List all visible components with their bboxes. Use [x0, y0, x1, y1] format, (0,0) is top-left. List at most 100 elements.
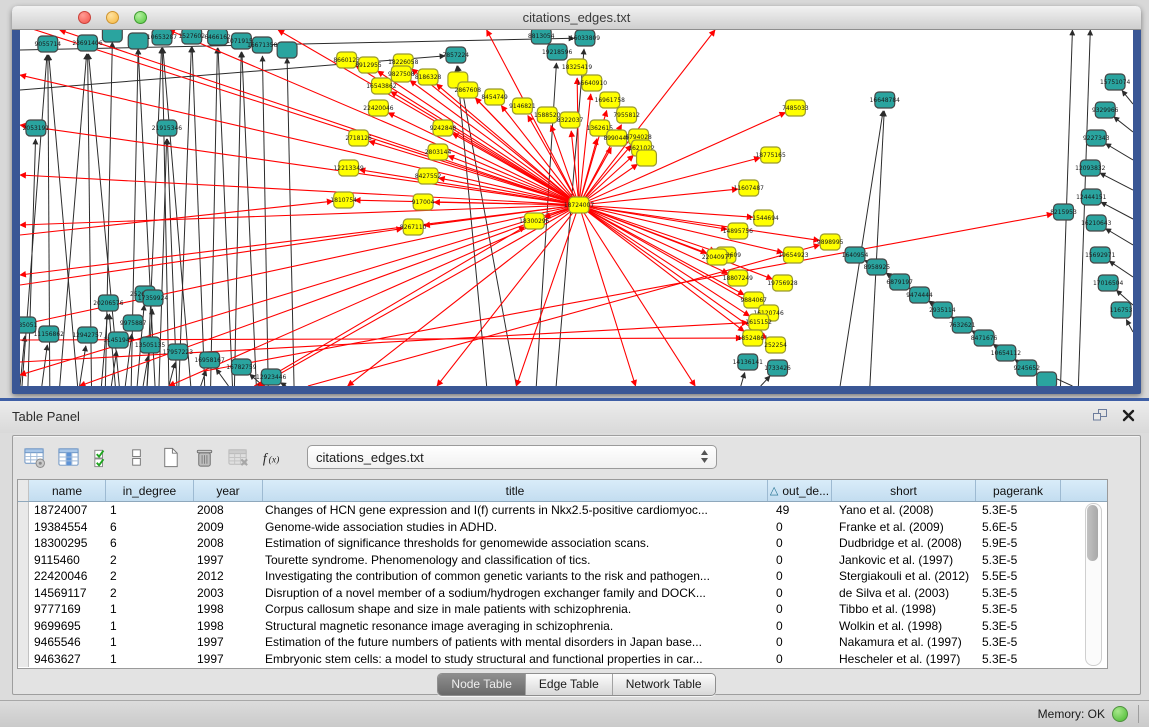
table-cell-in_degree[interactable]: 6 [105, 519, 192, 536]
table-selector-dropdown[interactable]: citations_edges.txt [307, 445, 717, 469]
network-node[interactable]: 2053191 [23, 120, 50, 136]
network-node[interactable]: 7632621 [949, 317, 976, 333]
new-file-icon[interactable] [157, 444, 183, 470]
network-node[interactable]: 18807249 [723, 270, 753, 286]
network-node[interactable]: 1527602 [179, 30, 206, 44]
table-cell-short[interactable]: Nakamura et al. (1997) [834, 634, 977, 651]
network-node[interactable]: 11451947 [103, 332, 133, 348]
network-node[interactable]: 14136141 [733, 354, 763, 370]
table-cell-out_degree[interactable]: 0 [771, 601, 834, 618]
table-row[interactable]: 1830029562008Estimation of significance … [18, 535, 1107, 552]
table-cell-year[interactable]: 2008 [192, 502, 260, 519]
network-node[interactable]: 9329966 [1092, 102, 1119, 118]
network-node[interactable]: 11607487 [734, 180, 764, 196]
table-cell-title[interactable]: Genome-wide association studies in ADHD. [260, 519, 771, 536]
network-node[interactable] [1037, 372, 1057, 386]
network-node[interactable]: 19756928 [767, 275, 797, 291]
table-cell-short[interactable]: Dudbridge et al. (2008) [834, 535, 977, 552]
column-header-title[interactable]: title [263, 480, 768, 501]
table-cell-out_degree[interactable]: 0 [771, 585, 834, 602]
network-node[interactable]: 16210643 [1081, 215, 1111, 231]
table-row[interactable]: 946362711997Embryonic stem cells: a mode… [18, 651, 1107, 668]
table-row[interactable]: 1872400712008Changes of HCN gene express… [18, 502, 1107, 519]
table-cell-title[interactable]: Estimation of the future numbers of pati… [260, 634, 771, 651]
table-cell-pagerank[interactable]: 5.3E-5 [977, 552, 1061, 569]
table-cell-title[interactable]: Embryonic stem cells: a model to study s… [260, 651, 771, 668]
table-cell-year[interactable]: 1997 [192, 552, 260, 569]
close-panel-icon[interactable] [1122, 409, 1135, 427]
table-cell-pagerank[interactable]: 5.3E-5 [977, 651, 1061, 668]
table-cell-name[interactable]: 9699695 [29, 618, 105, 635]
table-cell-out_degree[interactable]: 49 [771, 502, 834, 519]
table-cell-out_degree[interactable]: 0 [771, 618, 834, 635]
table-row[interactable]: 977716911998Corpus callosum shape and si… [18, 601, 1107, 618]
table-cell-in_degree[interactable]: 1 [105, 634, 192, 651]
table-cell-name[interactable]: 9463627 [29, 651, 105, 668]
network-node[interactable]: 2935114 [929, 302, 956, 318]
table-cell-pagerank[interactable]: 5.6E-5 [977, 519, 1061, 536]
table-cell-in_degree[interactable]: 1 [105, 618, 192, 635]
column-header-in_degree[interactable]: in_degree [106, 480, 194, 501]
network-node[interactable]: 8471676 [971, 330, 998, 346]
table-cell-short[interactable]: Yano et al. (2008) [834, 502, 977, 519]
network-node[interactable]: 116753 [1110, 302, 1133, 318]
network-node[interactable]: 16958167 [194, 352, 224, 368]
table-cell-short[interactable]: Stergiakouli et al. (2012) [834, 568, 977, 585]
table-cell-in_degree[interactable]: 2 [105, 568, 192, 585]
network-view-canvas[interactable]: 9055714236914061065328715276026466162107… [20, 30, 1133, 386]
network-node[interactable]: 10653287 [147, 30, 177, 45]
table-cell-title[interactable]: Corpus callosum shape and size in male p… [260, 601, 771, 618]
network-node[interactable] [102, 30, 122, 42]
network-node[interactable]: 917004 [412, 194, 435, 210]
network-node[interactable]: 9242848 [430, 120, 457, 136]
table-cell-name[interactable]: 14569117 [29, 585, 105, 602]
table-cell-pagerank[interactable]: 5.3E-5 [977, 502, 1061, 519]
close-button[interactable] [78, 11, 91, 24]
table-cell-short[interactable]: Jankovic et al. (1997) [834, 552, 977, 569]
table-cell-short[interactable]: Franke et al. (2009) [834, 519, 977, 536]
column-header-pagerank[interactable]: pagerank [976, 480, 1061, 501]
network-node[interactable]: 8322037 [557, 112, 584, 128]
table-cell-year[interactable]: 1997 [192, 651, 260, 668]
network-node[interactable]: 252254 [764, 337, 787, 353]
table-cell-title[interactable]: Tourette syndrome. Phenomenology and cla… [260, 552, 771, 569]
table-cell-year[interactable]: 2003 [192, 585, 260, 602]
network-node[interactable]: 19218596 [542, 44, 572, 60]
table-cell-name[interactable]: 9465546 [29, 634, 105, 651]
network-node[interactable]: 1615152 [745, 314, 772, 330]
network-node[interactable]: 9975887 [120, 315, 147, 331]
table-cell-pagerank[interactable]: 5.3E-5 [977, 601, 1061, 618]
table-row[interactable]: 946554611997Estimation of the future num… [18, 634, 1107, 651]
network-node[interactable]: 16648784 [870, 92, 900, 108]
table-cell-year[interactable]: 2009 [192, 519, 260, 536]
network-node[interactable]: 11544694 [749, 210, 779, 226]
table-cell-title[interactable]: Structural magnetic resonance image aver… [260, 618, 771, 635]
network-node[interactable]: 10654112 [991, 345, 1021, 361]
tab-node-table[interactable]: Node Table [438, 674, 525, 695]
network-node[interactable]: 18325419 [562, 59, 592, 75]
table-cell-name[interactable]: 22420046 [29, 568, 105, 585]
table-cell-pagerank[interactable]: 5.3E-5 [977, 585, 1061, 602]
table-cell-in_degree[interactable]: 2 [105, 585, 192, 602]
table-cell-year[interactable]: 2008 [192, 535, 260, 552]
column-header-out_degree[interactable]: △out_de... [768, 480, 832, 501]
network-node[interactable]: 9898995 [817, 234, 844, 250]
table-cell-out_degree[interactable]: 0 [771, 651, 834, 668]
network-node[interactable]: 1810754 [330, 192, 357, 208]
network-node[interactable]: 1640954 [842, 247, 869, 263]
table-cell-pagerank[interactable]: 5.3E-5 [977, 634, 1061, 651]
network-node[interactable]: 2867608 [455, 82, 482, 98]
table-row[interactable]: 969969511998Structural magnetic resonanc… [18, 618, 1107, 635]
column-display-icon[interactable] [55, 444, 81, 470]
table-cell-year[interactable]: 1998 [192, 618, 260, 635]
table-cell-in_degree[interactable]: 1 [105, 502, 192, 519]
network-window-titlebar[interactable]: citations_edges.txt [12, 6, 1141, 30]
tab-network-table[interactable]: Network Table [612, 674, 715, 695]
memory-status[interactable]: Memory: OK [1038, 706, 1128, 722]
network-node[interactable]: 9146821 [509, 98, 536, 114]
network-node[interactable]: 2718126 [345, 130, 372, 146]
network-node[interactable]: 9474444 [906, 287, 933, 303]
network-node[interactable]: 8912955 [355, 57, 382, 73]
network-node[interactable]: 7485033 [782, 100, 809, 116]
table-row[interactable]: 1938455462009Genome-wide association stu… [18, 519, 1107, 536]
